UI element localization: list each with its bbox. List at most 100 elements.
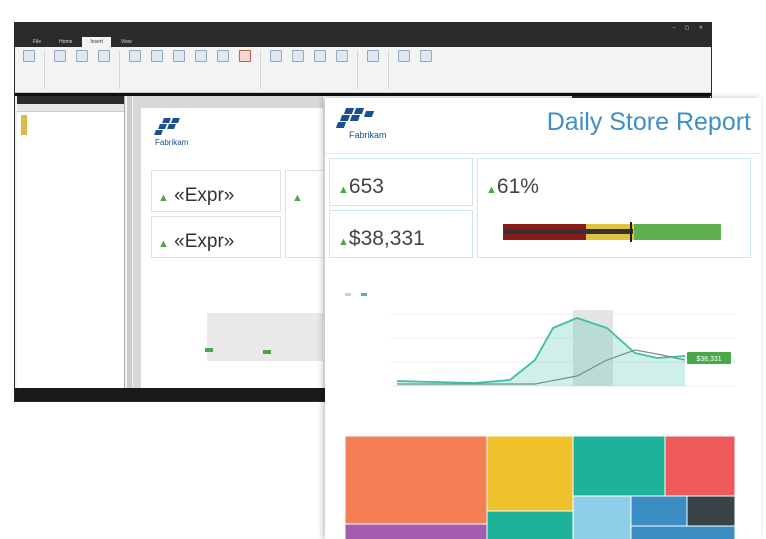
- kpi-card-store-traffic[interactable]: ▲653: [329, 158, 473, 206]
- legend-item-last-year: [345, 292, 353, 297]
- ribbon-button-text-box[interactable]: [266, 50, 286, 89]
- bullet-band-good: [633, 224, 721, 240]
- design-card-conversion[interactable]: ▲: [285, 170, 323, 258]
- footer-icon: [420, 50, 432, 62]
- design-badge: [263, 350, 271, 354]
- treemap-cell[interactable]: [630, 525, 735, 539]
- data-pane-header: [17, 96, 124, 104]
- chart-icon: [129, 50, 141, 62]
- rectangle-icon: [336, 50, 348, 62]
- callout-text: $38,331: [696, 356, 721, 363]
- expression-text: «Expr»: [174, 231, 235, 252]
- up-arrow-icon: ▲: [158, 238, 169, 250]
- treemap-cell[interactable]: [686, 495, 735, 527]
- data-pane-toolbar[interactable]: [17, 104, 124, 112]
- header-divider: [325, 153, 761, 154]
- legend-swatch: [361, 293, 367, 297]
- vertical-ruler: [127, 96, 132, 388]
- up-arrow-icon: ▲: [338, 184, 349, 196]
- expression-placeholder: ▲ «Expr»: [158, 231, 234, 253]
- ribbon-button-footer[interactable]: [416, 50, 436, 89]
- treemap-cell[interactable]: [630, 495, 688, 527]
- kpi-value: ▲$38,331: [338, 227, 425, 251]
- ribbon-separator: [119, 50, 120, 89]
- report-data-pane: [17, 96, 125, 388]
- design-card-store-traffic[interactable]: ▲ «Expr»: [151, 170, 281, 212]
- trend-legend: [345, 292, 369, 297]
- sales-value: $38,331: [348, 227, 425, 250]
- list-icon: [98, 50, 110, 62]
- ribbon-separator: [388, 50, 389, 89]
- ribbon-button-list[interactable]: [94, 50, 114, 89]
- report-parts-icon: [23, 50, 35, 62]
- design-card-sales[interactable]: ▲ «Expr»: [151, 216, 281, 258]
- ribbon-separator: [357, 50, 358, 89]
- treemap-cell[interactable]: [572, 436, 666, 497]
- tab-view[interactable]: View: [113, 37, 140, 47]
- bullet-measure: [503, 229, 633, 234]
- kpi-card-conversion-rate[interactable]: ▲61%: [477, 158, 751, 258]
- conversion-rate-value: 61%: [496, 175, 539, 198]
- ribbon-button-chart[interactable]: [125, 50, 145, 89]
- report-logo: Fabrikam: [333, 106, 387, 140]
- tab-insert[interactable]: Insert: [82, 37, 111, 47]
- ribbon-button-data-bar[interactable]: [191, 50, 211, 89]
- tree-item[interactable]: [21, 131, 120, 135]
- ribbon-tabs: File Home Insert View: [15, 34, 711, 47]
- up-arrow-icon: ▲: [486, 184, 497, 196]
- kpi-value: ▲653: [338, 175, 384, 199]
- kpi-card-sales[interactable]: ▲$38,331: [329, 210, 473, 258]
- ribbon-button-line[interactable]: [310, 50, 330, 89]
- ribbon-button-sparkline[interactable]: [213, 50, 233, 89]
- subreport-icon: [367, 50, 379, 62]
- tab-home[interactable]: Home: [51, 37, 80, 47]
- bullet-target-marker: [630, 222, 632, 242]
- treemap-cell[interactable]: [572, 495, 632, 539]
- text-box-icon: [270, 50, 282, 62]
- tab-file[interactable]: File: [25, 37, 49, 47]
- treemap-cell[interactable]: [664, 436, 735, 497]
- ribbon-separator: [44, 50, 45, 89]
- ribbon-button-matrix[interactable]: [72, 50, 92, 89]
- ribbon-button-report-parts[interactable]: [19, 50, 39, 89]
- treemap-cell[interactable]: [486, 510, 574, 539]
- title-bar: – ▢ ✕: [15, 23, 711, 34]
- ribbon-button-header[interactable]: [394, 50, 414, 89]
- ribbon-button-table[interactable]: [50, 50, 70, 89]
- ribbon-button-image[interactable]: [288, 50, 308, 89]
- table-icon: [54, 50, 66, 62]
- treemap-cell[interactable]: [345, 436, 488, 525]
- legend-swatch: [345, 293, 351, 297]
- design-canvas[interactable]: Fabrikam ▲ «Expr» ▲ «Expr» ▲: [133, 96, 323, 388]
- window-controls[interactable]: – ▢ ✕: [673, 23, 707, 34]
- treemap-cell[interactable]: [486, 436, 574, 512]
- header-icon: [398, 50, 410, 62]
- line-icon: [314, 50, 326, 62]
- matrix-icon: [76, 50, 88, 62]
- ribbon-button-gauge[interactable]: [147, 50, 167, 89]
- up-arrow-icon: ▲: [338, 236, 349, 248]
- legend-item-this-year: [361, 292, 369, 297]
- logo-text: Fabrikam: [349, 130, 387, 140]
- ribbon-button-rectangle[interactable]: [332, 50, 352, 89]
- fabrikam-logo-mark: [333, 106, 381, 128]
- data-bar-icon: [195, 50, 207, 62]
- data-tree: [17, 112, 124, 138]
- treemap-cell[interactable]: [345, 523, 488, 539]
- expression-placeholder: ▲ «Expr»: [158, 185, 234, 207]
- ribbon-button-subreport[interactable]: [363, 50, 383, 89]
- up-arrow-icon: ▲: [292, 192, 303, 204]
- map-icon: [173, 50, 185, 62]
- expression-placeholder: ▲: [292, 185, 303, 207]
- trend-area: [397, 318, 685, 386]
- gauge-icon: [151, 50, 163, 62]
- image-icon: [292, 50, 304, 62]
- folder-icon: [21, 131, 27, 135]
- store-traffic-value: 653: [348, 175, 384, 198]
- sales-trend-chart: $38,331: [391, 310, 735, 387]
- ribbon-button-map[interactable]: [169, 50, 189, 89]
- indicator-icon: [239, 50, 251, 62]
- sparkline-icon: [217, 50, 229, 62]
- up-arrow-icon: ▲: [158, 192, 169, 204]
- ribbon-button-indicator[interactable]: [235, 50, 255, 89]
